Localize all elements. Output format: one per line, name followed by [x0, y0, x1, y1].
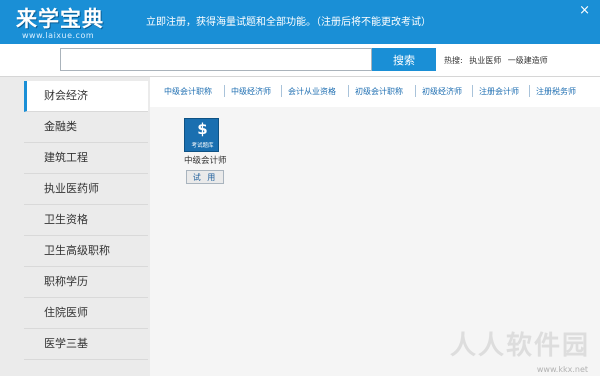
close-icon[interactable]: × — [579, 3, 590, 18]
question-bank-label: 考试题库 — [191, 143, 214, 149]
dollar-icon: $ — [197, 120, 208, 138]
tab-junior-economist[interactable]: 初级经济师 — [422, 86, 462, 97]
tab-intermediate-accounting[interactable]: 中级会计职称 — [164, 86, 212, 97]
tab-tax-agent[interactable]: 注册税务师 — [536, 86, 576, 97]
tab-divider — [472, 85, 473, 97]
watermark-logo: 人人软件园 — [449, 331, 590, 361]
logo-text: 来学宝典 — [16, 7, 104, 31]
sidebar-item-construction[interactable]: 建筑工程 — [24, 143, 148, 174]
exam-tabs: 中级会计职称 中级经济师 会计从业资格 初级会计职称 初级经济师 注册会计师 注… — [150, 76, 600, 107]
sidebar-item-health-qualification[interactable]: 卫生资格 — [24, 205, 148, 236]
question-bank-icon[interactable]: $ 考试题库 — [184, 118, 219, 152]
hot-search-term[interactable]: 执业医师 — [469, 56, 501, 65]
try-button[interactable]: 试 用 — [186, 170, 224, 184]
sidebar-item-senior-health-title[interactable]: 卫生高级职称 — [24, 236, 148, 267]
tab-accounting-practitioner[interactable]: 会计从业资格 — [288, 86, 336, 97]
search-button[interactable]: 搜索 — [372, 48, 436, 71]
tab-divider — [529, 85, 530, 97]
category-sidebar: 财会经济 金融类 建筑工程 执业医药师 卫生资格 卫生高级职称 职称学历 住院医… — [0, 76, 150, 376]
hot-search: 热搜: 执业医师 一级建造师 — [444, 55, 552, 66]
sidebar-item-pharmacist[interactable]: 执业医药师 — [24, 174, 148, 205]
watermark-url: www.kkx.net — [536, 365, 588, 374]
sidebar-item-banking[interactable]: 金融类 — [24, 112, 148, 143]
tab-divider — [224, 85, 225, 97]
tab-intermediate-economist[interactable]: 中级经济师 — [231, 86, 271, 97]
app-header: 来学宝典 www.laixue.com 立即注册，获得海量试题和全部功能。（注册… — [0, 0, 600, 44]
hot-search-label: 热搜: — [444, 56, 463, 65]
tab-divider — [281, 85, 282, 97]
sidebar-item-finance[interactable]: 财会经济 — [24, 81, 148, 112]
tab-divider — [415, 85, 416, 97]
app-logo: 来学宝典 www.laixue.com — [14, 3, 134, 43]
tab-divider — [348, 85, 349, 97]
exam-card-title: 中级会计师 — [184, 156, 227, 166]
sidebar-item-resident-physician[interactable]: 住院医师 — [24, 298, 148, 329]
hot-search-term[interactable]: 一级建造师 — [508, 56, 548, 65]
logo-url: www.laixue.com — [22, 31, 95, 40]
search-input[interactable] — [60, 48, 372, 71]
register-notice[interactable]: 立即注册，获得海量试题和全部功能。（注册后将不能更改考试） — [146, 13, 431, 28]
search-bar: 搜索 热搜: 执业医师 一级建造师 — [0, 44, 600, 76]
sidebar-item-medical-basics[interactable]: 医学三基 — [24, 329, 148, 360]
tab-junior-accounting[interactable]: 初级会计职称 — [355, 86, 403, 97]
sidebar-item-title-degree[interactable]: 职称学历 — [24, 267, 148, 298]
tab-cpa[interactable]: 注册会计师 — [479, 86, 519, 97]
